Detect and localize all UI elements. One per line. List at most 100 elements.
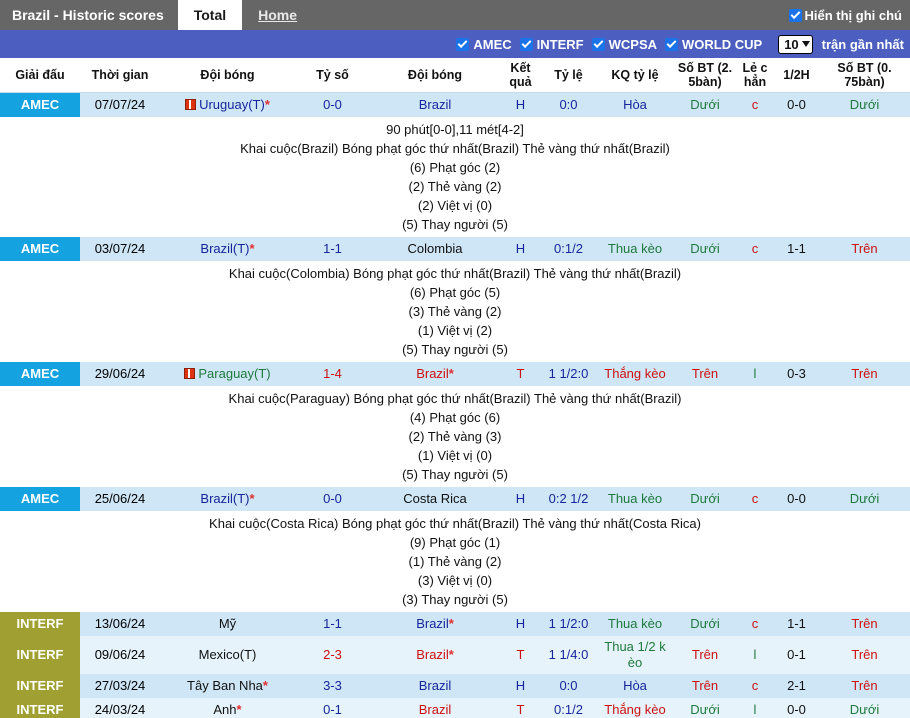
table-row[interactable]: AMEC 03/07/24 Brazil(T)* 1-1 Colombia H 0:1/2 T… [0,236,910,261]
tab-total[interactable]: Total [177,0,243,30]
odd-even-cell: l [753,701,757,717]
away-team-cell[interactable]: Brazil* [370,612,500,636]
league-badge[interactable]: INTERF [0,611,80,636]
league-filter-label: INTERF [536,36,584,52]
league-badge[interactable]: INTERF [0,697,80,718]
table-row[interactable]: INTERF 09/06/24 Mexico(T) 2-3 Brazil* T 1 1/4:… [0,635,910,674]
away-team-cell[interactable]: Colombia [370,237,500,261]
table-row[interactable]: AMEC 29/06/24 Paraguay(T) 1-4 Brazil* T 1 1/2:… [0,361,910,386]
checkbox-icon[interactable] [519,37,533,51]
match-note-line: Khai cuộc(Paraguay) Bóng phạt góc thứ nh… [228,390,682,406]
column-header-9[interactable]: Lẻ c hẳn [736,58,774,93]
table-row[interactable]: INTERF 27/03/24 Tây Ban Nha* 3-3 Brazil H 0:0 H… [0,673,910,698]
match-notes: Khai cuộc(Colombia) Bóng phạt góc thứ nh… [0,260,910,362]
home-team-cell[interactable]: Tây Ban Nha* [160,674,295,698]
league-badge[interactable]: AMEC [0,236,80,261]
home-team-cell[interactable]: Anh* [160,698,295,718]
match-date: 03/07/24 [94,240,146,256]
match-date: 13/06/24 [94,615,146,631]
team-name: Tây Ban Nha [187,677,263,693]
match-date: 29/06/24 [94,365,146,381]
result-cell: H [515,490,526,506]
half-time-cell: 1-1 [787,615,806,631]
league-filter-world-cup[interactable]: WORLD CUP [665,37,762,52]
column-header-0[interactable]: Giải đấu [0,58,80,93]
score-cell: 0-0 [323,96,342,112]
away-team-cell[interactable]: Brazil [370,674,500,698]
league-filter-wcpsa[interactable]: WCPSA [591,37,657,52]
away-team-cell[interactable]: Brazil* [370,362,500,386]
odd-even-cell: l [753,646,757,662]
result-cell: H [515,240,526,256]
match-count-select[interactable]: 10 [778,34,813,54]
over-under-075-cell: Trên [851,615,878,631]
result-cell: T [516,365,525,381]
odd-even-cell: l [753,365,757,381]
team-name: Brazil(T) [200,240,250,256]
league-badge[interactable]: AMEC [0,486,80,511]
team-name: Brazil [418,96,452,112]
home-team-cell[interactable]: Paraguay(T) [160,362,295,386]
checkbox-icon[interactable] [665,37,679,51]
table-row[interactable]: AMEC 25/06/24 Brazil(T)* 0-0 Costa Rica H 0:2 … [0,486,910,511]
column-header-5[interactable]: Kết quả [500,58,541,93]
tab-home[interactable]: Home [242,0,313,30]
chevron-down-icon [801,41,810,47]
odds-cell: 0:1/2 [554,240,583,256]
league-badge[interactable]: INTERF [0,673,80,698]
column-header-2[interactable]: Đội bóng [160,58,295,93]
over-under-25-cell: Dưới [690,96,720,112]
home-team-cell[interactable]: Brazil(T)* [160,237,295,261]
match-note-line: (2) Việt vị (0) [417,197,493,213]
team-name: Brazil [418,701,452,717]
column-header-7[interactable]: KQ tỷ lệ [596,58,674,93]
page-title: Brazil - Historic scores [12,7,164,23]
result-cell: H [515,677,526,693]
league-filter-amec[interactable]: AMEC [456,37,512,52]
table-row[interactable]: INTERF 24/03/24 Anh* 0-1 Brazil T 0:1/2 Thắng k… [0,697,910,718]
league-badge[interactable]: AMEC [0,361,80,386]
league-badge[interactable]: INTERF [0,635,80,674]
league-badge[interactable]: AMEC [0,92,80,117]
league-filter-interf[interactable]: INTERF [519,36,584,52]
match-note-line: (5) Thay người (5) [402,341,508,357]
column-header-3[interactable]: Tỷ số [295,58,370,93]
team-name: Brazil [416,615,449,631]
column-header-1[interactable]: Thời gian [80,58,160,93]
away-team-cell[interactable]: Brazil [370,93,500,117]
show-notes-toggle[interactable]: Hiển thị ghi chú [788,0,910,30]
home-team-cell[interactable]: Mỹ [160,612,295,636]
column-header-10[interactable]: 1/2H [774,58,819,93]
home-team-cell[interactable]: Mexico(T) [160,636,295,674]
table-row[interactable]: AMEC 07/07/24 Uruguay(T)* 0-0 Brazil H 0:0 Hòa D… [0,92,910,117]
league-filter-bar: AMEC INTERF WCPSA WORLD CUP 10 trận gần nhấ… [0,30,910,58]
match-note-line: (3) Thẻ vàng (2) [408,303,502,319]
star-marker: * [262,677,268,693]
match-note-line: (5) Thay người (5) [402,466,508,482]
away-team-cell[interactable]: Brazil [370,698,500,718]
checkbox-icon[interactable] [788,8,802,22]
match-notes-row: Khai cuộc(Colombia) Bóng phạt góc thứ nh… [0,260,910,362]
checkbox-icon[interactable] [591,37,605,51]
column-header-4[interactable]: Đội bóng [370,58,500,93]
match-note-line: 90 phút[0-0],11 mét[4-2] [386,121,524,137]
column-header-11[interactable]: Số BT (0. 75bàn) [819,58,910,93]
away-team-cell[interactable]: Costa Rica [370,487,500,511]
match-note-line: (3) Thay người (5) [402,591,508,607]
half-time-cell: 0-0 [787,490,806,506]
team-name: Mỹ [218,615,237,631]
away-team-cell[interactable]: Brazil* [370,636,500,674]
match-date: 07/07/24 [94,96,146,112]
checkbox-icon[interactable] [456,37,470,51]
odd-even-cell: c [751,615,759,631]
table-row[interactable]: INTERF 13/06/24 Mỹ 1-1 Brazil* H 1 1/2:0 Thua k… [0,611,910,636]
league-filter-label: WORLD CUP [682,36,763,52]
table-header-row: Giải đấu Thời gian Đội bóng Tỷ số Đội bóng Kế… [0,58,910,93]
column-header-8[interactable]: Số BT (2. 5bàn) [674,58,736,93]
home-team-cell[interactable]: Uruguay(T)* [160,93,295,117]
home-team-cell[interactable]: Brazil(T)* [160,487,295,511]
column-header-6[interactable]: Tỷ lệ [541,58,596,93]
over-under-25-cell: Dưới [690,490,720,506]
odds-result-cell: Thắng kèo [604,701,666,717]
half-time-cell: 1-1 [787,240,806,256]
